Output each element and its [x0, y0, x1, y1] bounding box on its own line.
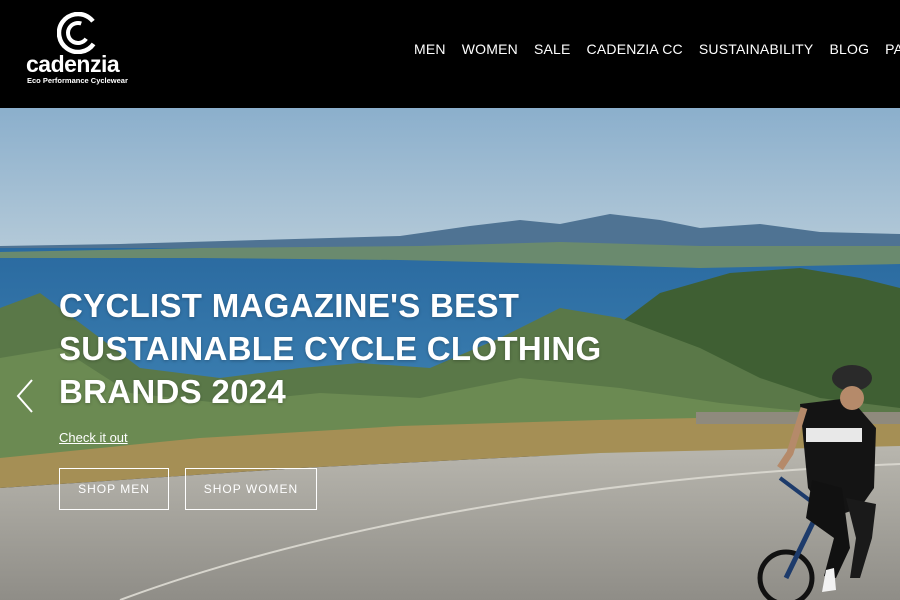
nav-item-women[interactable]: WOMEN — [462, 40, 518, 58]
nav-item-sale[interactable]: SALE — [534, 40, 571, 58]
nav-item-sustainability[interactable]: SUSTAINABILITY — [699, 40, 814, 58]
shop-women-button[interactable]: SHOP WOMEN — [185, 468, 317, 510]
chevron-left-icon[interactable] — [14, 378, 36, 414]
hero-headline: CYCLIST MAGAZINE'S BEST SUSTAINABLE CYCL… — [59, 287, 602, 410]
shop-men-button[interactable]: SHOP MEN — [59, 468, 169, 510]
nav-item-cadenzia-cc[interactable]: CADENZIA CC — [587, 40, 683, 58]
nav-item-partners[interactable]: PART — [885, 40, 900, 58]
check-it-out-link[interactable]: Check it out — [59, 430, 128, 445]
main-nav: MEN WOMEN SALE CADENZIA CC SUSTAINABILITY BLO… — [414, 40, 900, 58]
nav-item-men[interactable]: MEN — [414, 40, 446, 58]
brand-logo[interactable]: cadenzia Eco Performance Cyclewear — [26, 12, 136, 86]
cadenzia-c-logo-icon — [57, 12, 99, 54]
brand-tagline: Eco Performance Cyclewear — [27, 76, 128, 85]
nav-item-blog[interactable]: BLOG — [829, 40, 869, 58]
site-header: cadenzia Eco Performance Cyclewear MEN WO… — [0, 0, 900, 108]
hero-banner: CYCLIST MAGAZINE'S BEST SUSTAINABLE CYCL… — [0, 108, 900, 600]
brand-name: cadenzia — [26, 51, 120, 77]
